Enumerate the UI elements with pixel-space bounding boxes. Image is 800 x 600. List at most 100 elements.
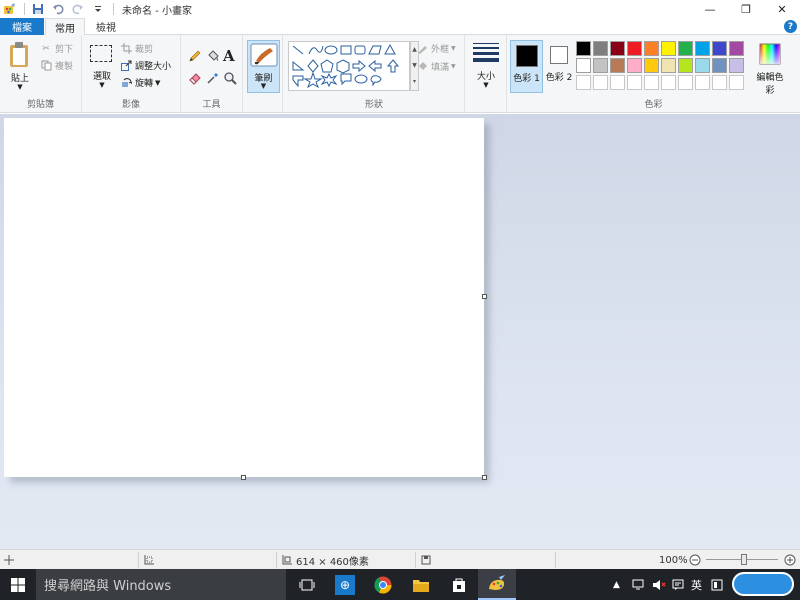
select-button[interactable]: 選取 ▼ <box>88 41 116 93</box>
paint-app-icon[interactable] <box>2 2 16 16</box>
zoom-slider[interactable] <box>706 550 778 570</box>
colors-group: 色彩 1 色彩 2 編輯色彩 色彩 <box>507 35 800 113</box>
crop-label: 裁剪 <box>135 45 154 55</box>
show-hidden-icons-button[interactable]: ▲ <box>613 569 620 600</box>
custom-color-slot[interactable] <box>593 75 608 90</box>
undo-icon[interactable] <box>51 2 65 16</box>
color-swatch[interactable] <box>576 41 591 56</box>
color-swatch[interactable] <box>729 41 744 56</box>
custom-color-slot[interactable] <box>576 75 591 90</box>
tab-file[interactable]: 檔案 <box>0 18 44 35</box>
tab-view[interactable]: 檢視 <box>86 18 126 35</box>
taskbar-app-chrome[interactable] <box>364 569 402 600</box>
action-center-icon[interactable] <box>672 569 684 600</box>
cut-button[interactable]: ✂ 剪下 <box>40 42 73 56</box>
color-swatch[interactable] <box>627 58 642 73</box>
rotate-button[interactable]: 旋轉 ▼ <box>120 76 160 89</box>
network-icon[interactable] <box>632 569 646 600</box>
close-button[interactable]: ✕ <box>764 0 800 18</box>
canvas-size-indicator: 614 × 460像素 <box>281 550 369 570</box>
taskbar-search-box[interactable]: 搜尋網路與 Windows <box>36 569 286 600</box>
color-swatch[interactable] <box>610 58 625 73</box>
redo-icon[interactable] <box>71 2 85 16</box>
color-swatch[interactable] <box>695 41 710 56</box>
color-swatch[interactable] <box>644 58 659 73</box>
paste-button[interactable]: 貼上 ▼ <box>6 39 34 97</box>
eraser-icon[interactable] <box>188 71 202 88</box>
zoom-slider-thumb[interactable] <box>741 554 747 565</box>
color-picker-icon[interactable] <box>206 71 220 88</box>
maximize-button[interactable]: ❐ <box>728 0 764 18</box>
brushes-button[interactable]: 筆刷 ▼ <box>247 40 280 93</box>
color-palette <box>576 41 752 93</box>
color-swatch[interactable] <box>593 41 608 56</box>
chevron-down-icon: ▼ <box>99 81 105 89</box>
color-swatch[interactable] <box>729 58 744 73</box>
color-swatch[interactable] <box>712 58 727 73</box>
shapes-gallery[interactable] <box>288 41 410 91</box>
color-swatch[interactable] <box>678 58 693 73</box>
custom-color-slot[interactable] <box>644 75 659 90</box>
color-swatch[interactable] <box>678 41 693 56</box>
color-swatch[interactable] <box>593 58 608 73</box>
ime-indicator[interactable]: 英 <box>691 569 702 600</box>
custom-color-slot[interactable] <box>729 75 744 90</box>
text-tool-icon[interactable]: A <box>223 47 235 65</box>
taskbar-app-store[interactable] <box>440 569 478 600</box>
start-button[interactable] <box>0 569 36 600</box>
fill-button[interactable]: 填滿 ▼ <box>416 60 456 73</box>
drawing-canvas[interactable] <box>4 118 484 477</box>
fill-icon <box>416 61 428 73</box>
fill-bucket-icon[interactable] <box>206 49 220 66</box>
color-swatch[interactable] <box>644 41 659 56</box>
color-swatch[interactable] <box>627 41 642 56</box>
ime-mode-icon[interactable] <box>711 569 723 600</box>
color-swatch[interactable] <box>712 41 727 56</box>
custom-color-slot[interactable] <box>661 75 676 90</box>
minimize-button[interactable]: — <box>692 0 728 18</box>
outline-button[interactable]: 外框 ▼ <box>416 42 456 55</box>
taskbar-app-edge[interactable]: ⊕ <box>326 569 364 600</box>
customize-quick-access-icon[interactable] <box>91 2 105 16</box>
custom-color-slot[interactable] <box>610 75 625 90</box>
custom-color-slot[interactable] <box>695 75 710 90</box>
custom-color-slot[interactable] <box>712 75 727 90</box>
clipboard-icon <box>10 42 28 67</box>
chevron-down-icon: ▼ <box>483 81 489 89</box>
zoom-in-button[interactable] <box>784 550 796 570</box>
custom-color-slot[interactable] <box>627 75 642 90</box>
task-view-button[interactable] <box>288 569 326 600</box>
color1-button[interactable]: 色彩 1 <box>510 40 543 93</box>
zoom-level: 100% <box>659 554 688 566</box>
taskbar-app-file-explorer[interactable] <box>402 569 440 600</box>
color2-button[interactable]: 色彩 2 <box>545 40 573 93</box>
taskbar-app-paint[interactable] <box>478 569 516 600</box>
taskbar: 搜尋網路與 Windows ⊕ ▲ 英 2015/6/29 <box>0 569 800 600</box>
canvas-resize-handle-corner[interactable] <box>482 475 487 480</box>
volume-muted-icon[interactable] <box>652 569 666 600</box>
edit-colors-button[interactable]: 編輯色彩 <box>753 40 787 96</box>
canvas-resize-handle-bottom[interactable] <box>241 475 246 480</box>
color-swatch[interactable] <box>661 41 676 56</box>
chevron-up-icon: ▲ <box>613 579 620 590</box>
copy-button[interactable]: 複製 <box>40 59 73 72</box>
color-swatch[interactable] <box>610 41 625 56</box>
crop-button[interactable]: 裁剪 <box>120 42 153 55</box>
shapes-group: ▲ ▼ ▾ 外框 ▼ 填滿 ▼ 形狀 <box>284 35 465 113</box>
canvas-resize-handle-right[interactable] <box>482 294 487 299</box>
magnifier-icon[interactable] <box>223 71 237 88</box>
color-swatch[interactable] <box>576 58 591 73</box>
help-icon[interactable]: ? <box>784 20 797 33</box>
color-swatch[interactable] <box>661 58 676 73</box>
save-icon[interactable] <box>31 2 45 16</box>
zoom-out-button[interactable] <box>689 550 701 570</box>
resize-button[interactable]: 調整大小 <box>120 59 171 72</box>
tab-home[interactable]: 常用 <box>45 18 85 36</box>
pencil-icon[interactable] <box>188 49 202 66</box>
outline-icon <box>416 43 428 55</box>
selection-size-icon <box>143 550 154 570</box>
shapes-gallery-icons <box>292 43 400 89</box>
custom-color-slot[interactable] <box>678 75 693 90</box>
color-swatch[interactable] <box>695 58 710 73</box>
size-group[interactable]: 大小 ▼ <box>465 35 507 113</box>
